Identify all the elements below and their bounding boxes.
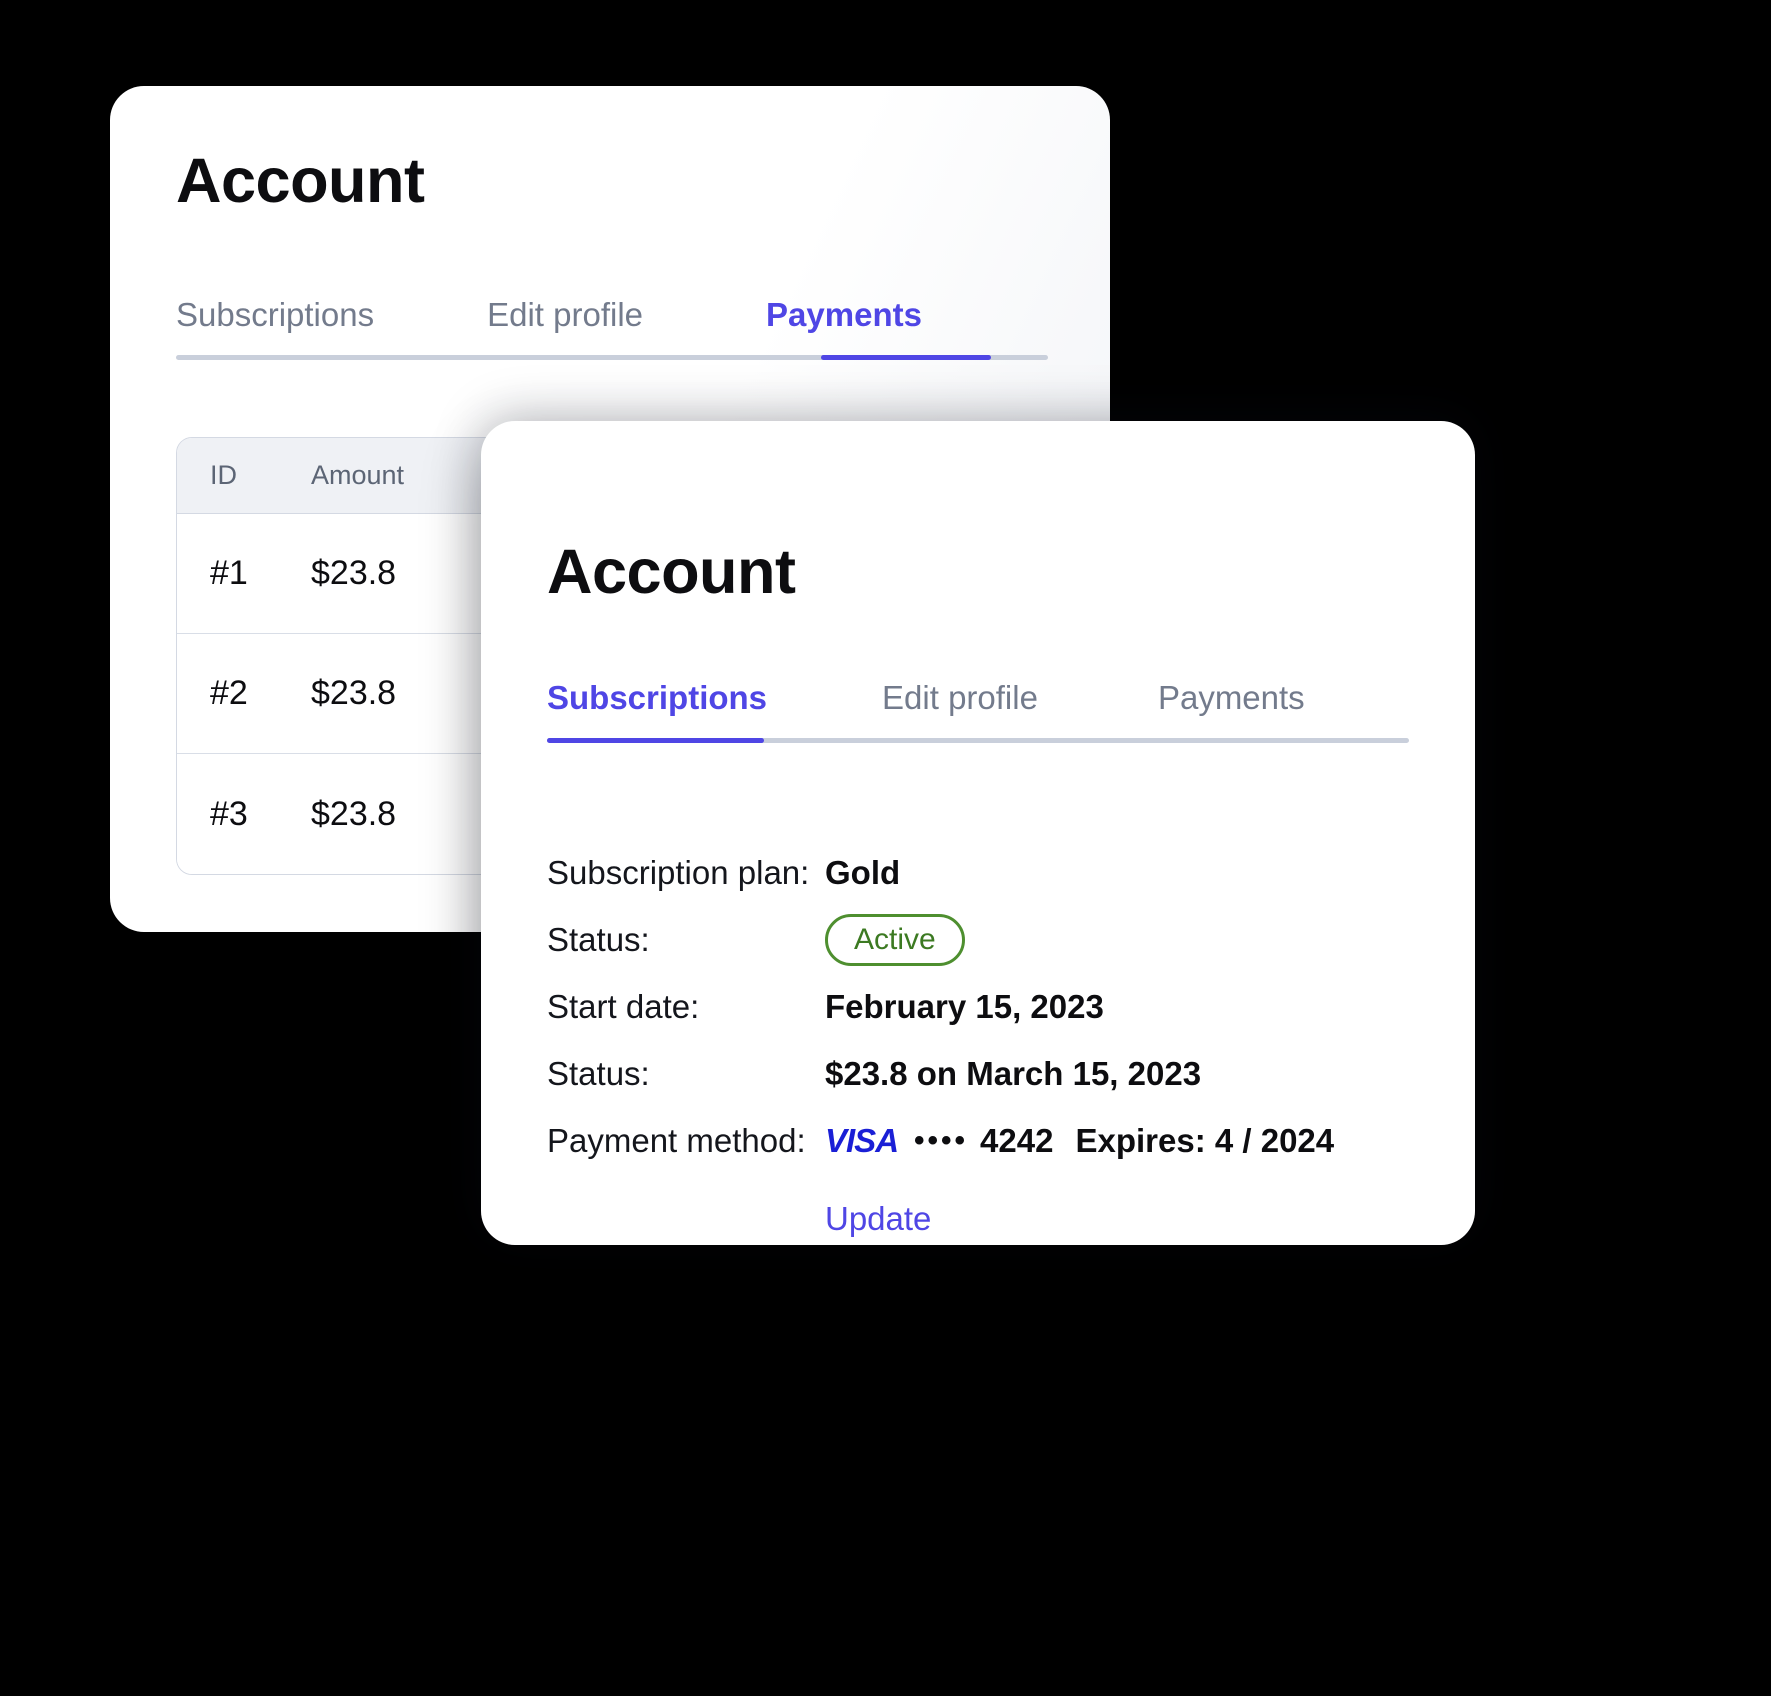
card-last-four: 4242 [980,1121,1054,1159]
value-next-payment: $23.8 on March 15, 2023 [825,1054,1202,1092]
card-expiry: Expires: 4 / 2024 [1075,1121,1335,1159]
detail-row-status: Status: Active [547,906,1417,973]
detail-row-plan: Subscription plan: Gold [547,839,1417,906]
tab-bar: Subscriptions Edit profile Payments [176,296,1048,360]
account-card-subscriptions: Account Subscriptions Edit profile Payme… [481,421,1475,1245]
value-start-date: February 15, 2023 [825,987,1104,1025]
card-mask-dots: •••• [914,1123,969,1157]
page-title: Account [547,537,796,607]
tab-bar: Subscriptions Edit profile Payments [547,679,1409,743]
value-payment-method: VISA •••• 4242 Expires: 4 / 2024 [825,1121,1334,1161]
cell-id: #2 [210,674,248,712]
tab-edit-profile[interactable]: Edit profile [487,296,643,360]
label-next-payment: Status: [547,1054,650,1092]
page-title: Account [176,146,425,216]
status-badge: Active [825,913,965,966]
tab-active-indicator [547,738,764,743]
detail-row-next-payment: Status: $23.8 on March 15, 2023 [547,1040,1417,1107]
label-status: Status: [547,920,650,958]
tab-payments[interactable]: Payments [1158,679,1305,743]
value-status: Active [825,913,965,966]
detail-row-payment-method: Payment method: VISA •••• 4242 Expires: … [547,1107,1417,1174]
tab-edit-profile[interactable]: Edit profile [882,679,1038,743]
update-payment-link[interactable]: Update [825,1199,931,1239]
label-subscription-plan: Subscription plan: [547,853,810,891]
detail-row-start-date: Start date: February 15, 2023 [547,973,1417,1040]
label-payment-method: Payment method: [547,1121,806,1159]
subscription-details: Subscription plan: Gold Status: Active S… [547,839,1417,1245]
tab-payments[interactable]: Payments [766,296,922,360]
cell-id: #3 [210,794,248,833]
cell-id: #1 [210,554,248,592]
tab-active-indicator [821,355,991,360]
column-header-id: ID [210,460,237,490]
tab-subscriptions[interactable]: Subscriptions [547,679,767,743]
visa-logo-icon: VISA [825,1122,899,1159]
label-start-date: Start date: [547,987,700,1025]
screen: Account Subscriptions Edit profile Payme… [0,0,1771,1696]
detail-row-update: Update [547,1190,1417,1245]
tab-subscriptions[interactable]: Subscriptions [176,296,374,360]
value-subscription-plan: Gold [825,853,901,891]
